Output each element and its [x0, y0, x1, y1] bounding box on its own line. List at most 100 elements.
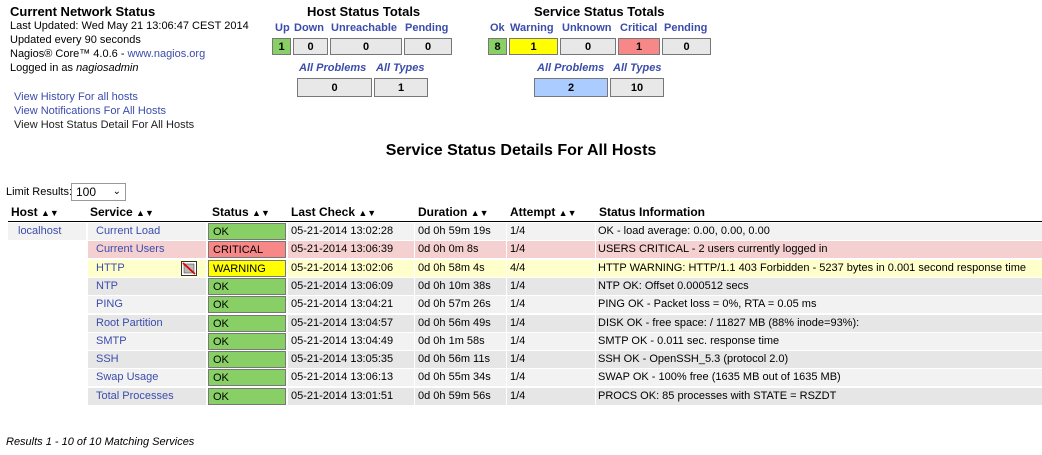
col-service[interactable]: Service ▲▼ — [90, 205, 154, 219]
limit-results-label: Limit Results: — [6, 186, 73, 198]
duration: 0d 0h 56m 11s — [415, 351, 506, 368]
svc-all-types-count[interactable]: 10 — [610, 78, 664, 97]
notifications-disabled-glyph — [182, 262, 196, 275]
host-all-types-count[interactable]: 1 — [374, 78, 428, 97]
service-link[interactable]: PING — [88, 296, 206, 313]
attempt: 1/4 — [507, 241, 595, 258]
duration: 0d 0h 55m 34s — [415, 369, 506, 386]
svc-all-types-label[interactable]: All Types — [613, 62, 662, 74]
status-information: OK - load average: 0.00, 0.00, 0.00 — [596, 223, 1042, 240]
duration: 0d 0h 56m 49s — [415, 315, 506, 332]
service-link[interactable]: SMTP — [88, 333, 206, 350]
duration: 0d 0h 58m 4s — [415, 260, 506, 277]
svc-all-problems-count[interactable]: 2 — [534, 78, 608, 97]
last-check: 05-21-2014 13:06:13 — [288, 369, 414, 386]
host-all-problems-label[interactable]: All Problems — [299, 62, 366, 74]
notifications-disabled-icon[interactable] — [181, 261, 197, 276]
table-row: Swap Usage OK 05-21-2014 13:06:13 0d 0h 55m… — [88, 369, 1042, 386]
nagios-org-link[interactable]: www.nagios.org — [128, 48, 206, 60]
svc-warning-label[interactable]: Warning — [510, 22, 554, 34]
host-pending-label[interactable]: Pending — [405, 22, 448, 34]
sort-arrows-icon[interactable]: ▲▼ — [41, 208, 59, 218]
last-check: 05-21-2014 13:06:09 — [288, 278, 414, 295]
col-last-check-label: Last Check — [291, 205, 356, 219]
table-row: PING OK 05-21-2014 13:04:21 0d 0h 57m 26s 1/… — [88, 296, 1042, 313]
table-row: HTTP WARNING 05-21-2014 13:02:06 0d 0h 58m … — [88, 260, 1042, 277]
svc-all-problems-label[interactable]: All Problems — [537, 62, 604, 74]
col-attempt-label: Attempt — [510, 205, 556, 219]
status-badge: OK — [208, 333, 286, 350]
status-badge: WARNING — [208, 260, 286, 277]
status-information: PROCS OK: 85 processes with STATE = RSZD… — [596, 388, 1042, 405]
svc-unknown-label[interactable]: Unknown — [562, 22, 612, 34]
attempt: 1/4 — [507, 296, 595, 313]
col-duration[interactable]: Duration ▲▼ — [418, 205, 489, 219]
host-up-label[interactable]: Up — [275, 22, 290, 34]
host-pending-count[interactable]: 0 — [404, 38, 452, 55]
col-attempt[interactable]: Attempt ▲▼ — [510, 205, 577, 219]
service-link[interactable]: SSH — [88, 351, 206, 368]
host-down-count[interactable]: 0 — [293, 38, 328, 55]
col-status-label: Status — [212, 205, 249, 219]
current-network-status-title: Current Network Status — [10, 4, 156, 19]
last-check: 05-21-2014 13:02:28 — [288, 223, 414, 240]
limit-results-select[interactable]: 100 ⌄ — [71, 183, 126, 201]
host-down-label[interactable]: Down — [294, 22, 324, 34]
sort-arrows-icon[interactable]: ▲▼ — [252, 208, 270, 218]
col-status[interactable]: Status ▲▼ — [212, 205, 270, 219]
attempt: 1/4 — [507, 351, 595, 368]
limit-results-value: 100 — [76, 185, 97, 199]
sort-arrows-icon[interactable]: ▲▼ — [559, 208, 577, 218]
duration: 0d 0h 59m 56s — [415, 388, 506, 405]
svc-pending-count[interactable]: 0 — [662, 38, 711, 55]
attempt: 1/4 — [507, 278, 595, 295]
status-information: USERS CRITICAL - 2 users currently logge… — [596, 241, 1042, 258]
last-updated: Last Updated: Wed May 21 13:06:47 CEST 2… — [10, 20, 249, 32]
status-information: PING OK - Packet loss = 0%, RTA = 0.05 m… — [596, 296, 1042, 313]
duration: 0d 0h 10m 38s — [415, 278, 506, 295]
col-host[interactable]: Host ▲▼ — [11, 205, 59, 219]
view-history-link[interactable]: View History For all hosts — [14, 91, 138, 103]
host-up-count[interactable]: 1 — [272, 38, 291, 55]
logged-in-prefix: Logged in as — [10, 62, 77, 74]
service-link[interactable]: NTP — [88, 278, 206, 295]
host-link[interactable]: localhost — [8, 223, 86, 240]
last-check: 05-21-2014 13:02:06 — [288, 260, 414, 277]
sort-arrows-icon[interactable]: ▲▼ — [136, 208, 154, 218]
host-all-problems-count[interactable]: 0 — [297, 78, 372, 97]
service-link[interactable]: Swap Usage — [88, 369, 206, 386]
logged-in-user: nagiosadmin — [76, 62, 139, 74]
status-badge: OK — [208, 296, 286, 313]
status-information: SMTP OK - 0.011 sec. response time — [596, 333, 1042, 350]
sort-arrows-icon[interactable]: ▲▼ — [358, 208, 376, 218]
attempt: 1/4 — [507, 333, 595, 350]
host-all-types-label[interactable]: All Types — [376, 62, 425, 74]
status-badge: OK — [208, 315, 286, 332]
svc-critical-count[interactable]: 1 — [618, 38, 660, 55]
status-information: NTP OK: Offset 0.000512 secs — [596, 278, 1042, 295]
table-row: SSH OK 05-21-2014 13:05:35 0d 0h 56m 11s 1/4… — [88, 351, 1042, 368]
host-unreachable-count[interactable]: 0 — [330, 38, 402, 55]
service-link[interactable]: Total Processes — [88, 388, 206, 405]
svc-warning-count[interactable]: 1 — [509, 38, 558, 55]
sort-arrows-icon[interactable]: ▲▼ — [471, 208, 489, 218]
svc-pending-label[interactable]: Pending — [664, 22, 707, 34]
svc-critical-label[interactable]: Critical — [620, 22, 657, 34]
host-unreachable-label[interactable]: Unreachable — [331, 22, 397, 34]
svc-unknown-count[interactable]: 0 — [560, 38, 616, 55]
last-check: 05-21-2014 13:04:21 — [288, 296, 414, 313]
view-notifications-link[interactable]: View Notifications For All Hosts — [14, 105, 166, 117]
attempt: 1/4 — [507, 315, 595, 332]
svc-ok-label[interactable]: Ok — [490, 22, 505, 34]
duration: 0d 0h 57m 26s — [415, 296, 506, 313]
service-link[interactable]: Current Users — [88, 241, 206, 258]
status-information: SWAP OK - 100% free (1635 MB out of 1635… — [596, 369, 1042, 386]
table-row: Current Users CRITICAL 05-21-2014 13:06:39… — [88, 241, 1042, 258]
version-line: Nagios® Core™ 4.0.6 - www.nagios.org — [10, 47, 205, 61]
svc-ok-count[interactable]: 8 — [488, 38, 507, 55]
service-link[interactable]: Current Load — [88, 223, 206, 240]
service-link[interactable]: Root Partition — [88, 315, 206, 332]
view-host-status-link[interactable]: View Host Status Detail For All Hosts — [14, 119, 194, 131]
col-host-label: Host — [11, 205, 38, 219]
col-last-check[interactable]: Last Check ▲▼ — [291, 205, 376, 219]
